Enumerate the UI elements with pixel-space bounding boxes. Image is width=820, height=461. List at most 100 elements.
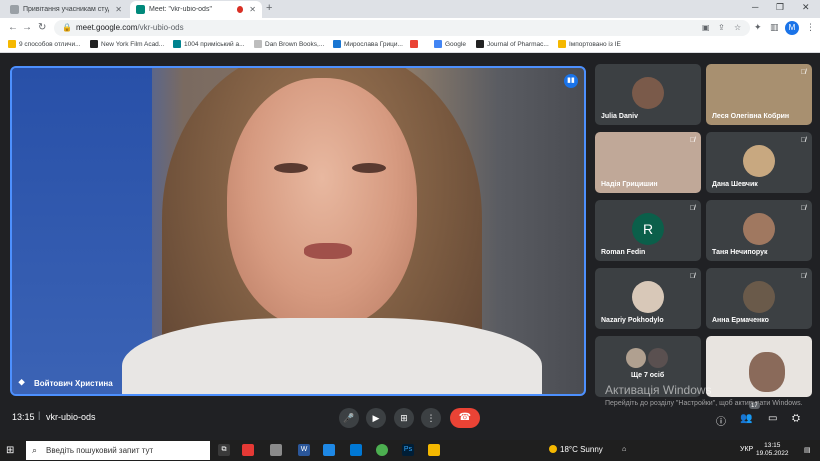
meet-favicon	[136, 5, 145, 14]
address-bar[interactable]: 🔒 meet.google.com/vkr-ubio-ods ▣ ⇪ ☆	[54, 20, 750, 36]
taskbar-search[interactable]: ⌕ Введіть пошуковий запит тут	[26, 441, 210, 460]
people-icon[interactable]: 👥	[740, 413, 752, 424]
avatar	[743, 281, 775, 313]
bookmark-item[interactable]: New York Film Acad...	[90, 40, 164, 48]
participant-tile[interactable]: 🎙̸ Дана Шевчик	[706, 132, 812, 193]
participant-name: Леся Олегівна Кобрин	[712, 113, 790, 120]
new-tab-button[interactable]: +	[266, 2, 272, 14]
participant-tile[interactable]: 🎙̸ Надія Грицишин	[595, 132, 701, 193]
camera-permission-icon[interactable]: ▣	[702, 23, 710, 32]
speaker-face	[227, 78, 417, 328]
watermark-title: Активація Windows	[605, 383, 712, 397]
meeting-code: vkr-ubio-ods	[46, 412, 96, 422]
share-icon[interactable]: ⇪	[718, 23, 725, 32]
bookmark-item[interactable]: Мирослава Грици...	[333, 40, 403, 48]
speaker-eye	[352, 163, 386, 173]
participant-name: Nazariy Pokhodylo	[601, 317, 664, 324]
more-options-button[interactable]: ⋮	[421, 408, 441, 428]
end-call-button[interactable]: ☎	[450, 408, 480, 428]
file-explorer-icon[interactable]	[428, 444, 440, 456]
lock-icon[interactable]: 🔒	[62, 23, 72, 32]
participant-tile[interactable]: 🎙̸ Леся Олегівна Кобрин	[706, 64, 812, 125]
network-icon[interactable]: ⌂	[622, 446, 626, 453]
reading-list-icon[interactable]: ▥	[770, 22, 779, 33]
notifications-icon[interactable]: ▤	[804, 446, 811, 454]
avatar: R	[632, 213, 664, 245]
bookmark-folder[interactable]: Імпортовано із IE	[558, 40, 621, 48]
speaker-eye	[274, 163, 308, 173]
bookmark-item[interactable]: Google	[434, 40, 466, 48]
background-wall	[12, 68, 152, 394]
mic-off-icon: 🎙̸	[800, 205, 806, 212]
tab-1[interactable]: Привітання учасникам студент ✕	[4, 1, 128, 18]
bookmark-item[interactable]: 1004 приміський а...	[173, 40, 245, 48]
close-icon[interactable]: ✕	[249, 5, 256, 14]
participant-name: Надія Грицишин	[601, 181, 658, 188]
bookmark-item[interactable]: Journal of Pharmac...	[476, 40, 549, 48]
bookmark-item[interactable]: 9 способов отличи...	[8, 40, 81, 48]
gmail-bookmark[interactable]	[410, 40, 421, 48]
meeting-details-icon[interactable]: ⓘ	[716, 413, 726, 428]
app-icon[interactable]	[270, 444, 282, 456]
extensions-icon[interactable]: ✦	[754, 22, 762, 33]
language-indicator[interactable]: УКР	[740, 446, 753, 453]
folder-icon	[558, 40, 566, 48]
main-speaker-video[interactable]: ▮▮ ⯁ Войтович Христина	[10, 66, 586, 396]
start-icon[interactable]: ⊞	[6, 445, 14, 456]
mic-off-icon: 🎙̸	[689, 273, 695, 280]
sun-icon	[549, 445, 557, 453]
participants-count-badge: 17	[749, 403, 760, 409]
back-icon[interactable]: ←	[8, 22, 18, 33]
tab-2[interactable]: Meet: "vkr-ubio-ods" ✕	[130, 1, 262, 18]
mic-off-icon: 🎙̸	[800, 273, 806, 280]
bookmark-item[interactable]: Dan Brown Books,...	[254, 40, 324, 48]
gmail-icon	[410, 40, 418, 48]
app-icon[interactable]	[242, 444, 254, 456]
avatar	[632, 281, 664, 313]
participant-name: Таня Нечипорук	[712, 249, 768, 256]
participant-name: Julia Daniv	[601, 113, 638, 120]
activities-icon[interactable]: ⛭	[792, 413, 800, 424]
window-close-icon[interactable]: ✕	[802, 2, 810, 13]
minimize-icon[interactable]: ─	[752, 2, 758, 12]
word-icon[interactable]: W	[298, 444, 310, 456]
participant-tile[interactable]: 🎙̸ R Roman Fedin	[595, 200, 701, 261]
bookmark-icon	[333, 40, 341, 48]
tab-title: Привітання учасникам студент	[23, 6, 109, 13]
bookmark-icon	[476, 40, 484, 48]
weather-widget[interactable]: 18°C Sunny	[549, 445, 603, 454]
avatar	[626, 348, 646, 368]
maximize-icon[interactable]: ❐	[776, 2, 784, 13]
avatar	[743, 213, 775, 245]
mic-off-icon: 🎙̸	[689, 205, 695, 212]
close-icon[interactable]: ✕	[115, 5, 122, 14]
participant-name: Roman Fedin	[601, 249, 646, 256]
windows-taskbar: ⊞ ⌕ Введіть пошуковий запит тут ⧉ W Ps 1…	[0, 440, 820, 461]
browser-toolbar: ← → ↻ 🔒 meet.google.com/vkr-ubio-ods ▣ ⇪…	[0, 18, 820, 38]
taskbar-clock[interactable]: 13:15 19.05.2022	[756, 442, 789, 458]
participant-tile[interactable]: 🎙̸ Nazariy Pokhodylo	[595, 268, 701, 329]
task-view-icon[interactable]: ⧉	[218, 444, 230, 456]
photoshop-icon[interactable]: Ps	[402, 444, 414, 456]
participant-name: Дана Шевчик	[712, 181, 758, 188]
avatar	[743, 145, 775, 177]
star-icon[interactable]: ☆	[734, 23, 741, 32]
participant-tile[interactable]: Julia Daniv	[595, 64, 701, 125]
menu-icon[interactable]: ⋮	[806, 22, 815, 33]
clock-date: 19.05.2022	[756, 450, 789, 457]
chat-icon[interactable]: ▭	[768, 413, 777, 424]
present-screen-button[interactable]: ⊞	[394, 408, 414, 428]
forward-icon[interactable]: →	[22, 22, 32, 33]
participant-tile[interactable]: 🎙̸ Анна Ермаченко	[706, 268, 812, 329]
participant-name: Ще 7 осіб	[631, 372, 665, 379]
reload-icon[interactable]: ↻	[38, 22, 46, 33]
pin-icon[interactable]: ⯁	[18, 378, 25, 389]
search-icon: ⌕	[32, 445, 38, 455]
microphone-button[interactable]: 🎤	[339, 408, 359, 428]
edge-icon[interactable]	[350, 444, 362, 456]
profile-avatar[interactable]: M	[785, 21, 799, 35]
chrome-icon[interactable]	[376, 444, 388, 456]
participant-tile[interactable]: 🎙̸ Таня Нечипорук	[706, 200, 812, 261]
mail-icon[interactable]	[323, 444, 335, 456]
camera-button[interactable]: ▶	[366, 408, 386, 428]
